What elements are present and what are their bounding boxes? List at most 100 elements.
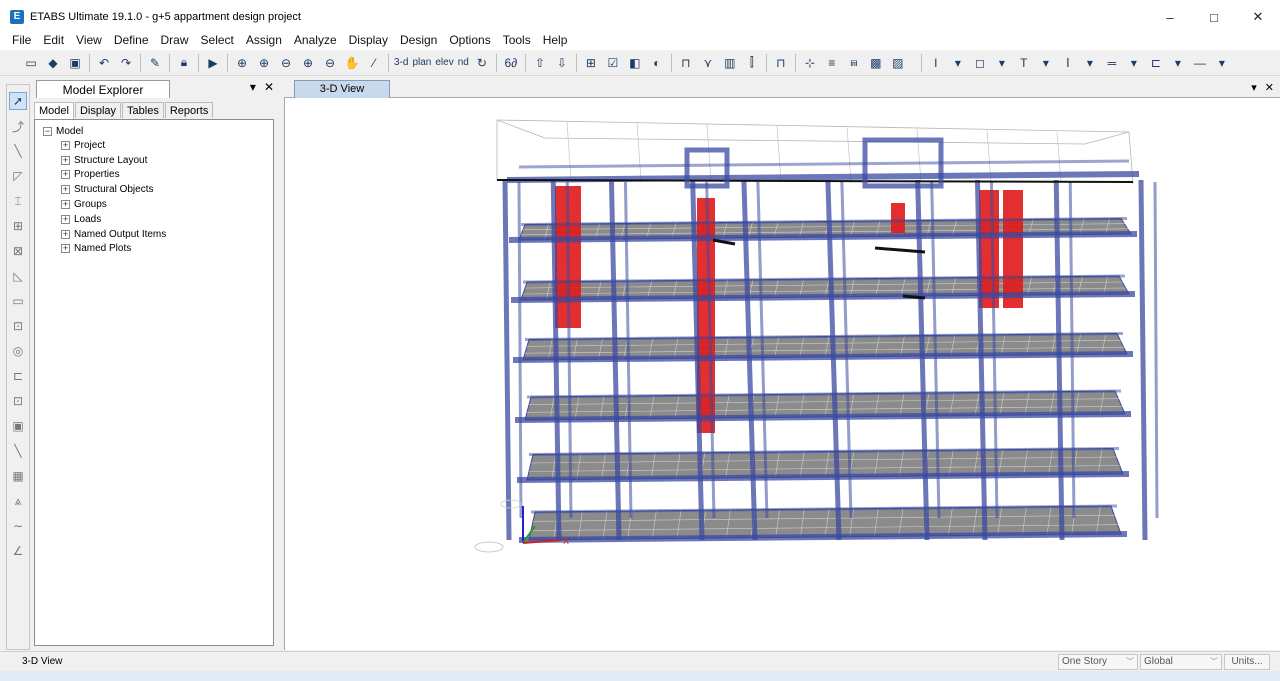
zoom-window-icon[interactable]: ⊕ (233, 54, 251, 72)
menu-assign[interactable]: Assign (240, 30, 288, 50)
3d-view-button[interactable]: 3-d (394, 57, 408, 68)
draw-brace-icon[interactable]: T (1015, 54, 1033, 72)
shell-design-icon[interactable]: ▩ (867, 54, 885, 72)
menu-analyze[interactable]: Analyze (288, 30, 343, 50)
frame-forces-icon[interactable]: ⊓ (772, 54, 790, 72)
draw-wave-icon[interactable]: ∼ (9, 517, 27, 535)
reshape-icon[interactable]: ⤴ (9, 117, 27, 135)
draw-slab-icon[interactable]: ═ (1103, 54, 1121, 72)
tree-node-properties[interactable]: + Properties (61, 168, 273, 183)
draw-grid-frame-icon[interactable]: ⊞ (9, 217, 27, 235)
draw-pier-icon[interactable]: ⊡ (9, 392, 27, 410)
dropdown-arrow-icon[interactable]: ▾ (1081, 54, 1099, 72)
minimize-button[interactable]: – (1148, 0, 1192, 34)
view-close-icon[interactable]: ✕ (1265, 81, 1274, 94)
joint-loads-icon[interactable]: ⊹ (801, 54, 819, 72)
zoom-in-icon[interactable]: ⊕ (299, 54, 317, 72)
draw-dimension-icon[interactable]: ∠ (9, 542, 27, 560)
draw-beam-region-icon[interactable]: ⌶ (9, 192, 27, 210)
dropdown-arrow-icon[interactable]: ▾ (993, 54, 1011, 72)
dropdown-arrow-icon[interactable]: ▾ (1213, 54, 1231, 72)
draw-beam-icon[interactable]: I (927, 54, 945, 72)
save-icon[interactable]: ▣ (66, 54, 84, 72)
tree-node-groups[interactable]: + Groups (61, 197, 273, 212)
dropdown-arrow-icon[interactable]: ▾ (949, 54, 967, 72)
check-icon[interactable]: ☑ (604, 54, 622, 72)
pan-icon[interactable]: ✋ (343, 54, 361, 72)
tree-node-structural-objects[interactable]: + Structural Objects (61, 182, 273, 197)
3d-model-viewport[interactable]: X (284, 98, 1280, 650)
elevation-view-button[interactable]: elev (435, 57, 453, 68)
panel-menu-icon[interactable]: ▾ (250, 80, 256, 94)
display-options-icon[interactable]: ◧ (626, 54, 644, 72)
pencil-icon[interactable]: ✎ (146, 54, 164, 72)
draw-floor-icon[interactable]: ◺ (9, 267, 27, 285)
zoom-out-icon[interactable]: ⊖ (321, 54, 339, 72)
close-button[interactable]: ✕ (1236, 0, 1280, 34)
tab-tables[interactable]: Tables (122, 102, 164, 118)
undo-icon[interactable]: ↶ (95, 54, 113, 72)
move-down-icon[interactable]: ⇩ (553, 54, 571, 72)
model-explorer-tab[interactable]: Model Explorer (36, 80, 170, 98)
perspective-icon[interactable]: 6∂ (502, 54, 520, 72)
draw-opening-icon[interactable]: ⊏ (1147, 54, 1165, 72)
draw-braces-icon[interactable]: ⊠ (9, 242, 27, 260)
draw-rect-area-icon[interactable]: ◸ (9, 167, 27, 185)
draw-tendon-icon[interactable]: ▦ (9, 467, 27, 485)
shell-stresses-icon[interactable]: ≡ (823, 54, 841, 72)
units-button[interactable]: Units... (1224, 654, 1270, 670)
deformed-shape-icon[interactable]: ⫿ (743, 54, 761, 72)
expand-icon[interactable]: + (61, 200, 70, 210)
expand-icon[interactable]: + (61, 140, 70, 150)
tree-node-named-output-items[interactable]: + Named Output Items (61, 227, 273, 242)
menu-draw[interactable]: Draw (155, 30, 195, 50)
coordinate-system-select[interactable]: Global ﹀ (1140, 654, 1222, 670)
restore-button[interactable]: □ (1192, 0, 1236, 34)
draw-rect-floor-icon[interactable]: ▭ (9, 292, 27, 310)
move-up-icon[interactable]: ⇧ (531, 54, 549, 72)
draw-link-icon[interactable]: ╲ (9, 442, 27, 460)
redo-icon[interactable]: ↷ (117, 54, 135, 72)
menu-select[interactable]: Select (195, 30, 240, 50)
dropdown-arrow-icon[interactable]: ▾ (1125, 54, 1143, 72)
run-analysis-icon[interactable]: ▶ (204, 54, 222, 72)
nd-view-button[interactable]: nd (458, 57, 469, 68)
view-menu-icon[interactable]: ▾ (1251, 81, 1257, 94)
tree-node-named-plots[interactable]: + Named Plots (61, 242, 273, 257)
frame-icon[interactable]: ⊓ (677, 54, 695, 72)
lock-icon[interactable]: 🔒︎ (175, 54, 193, 72)
frame-design-icon[interactable]: ⩎ (845, 54, 863, 72)
dropdown-arrow-icon[interactable]: ▾ (1037, 54, 1055, 72)
measure-icon[interactable]: ⁄ (365, 54, 383, 72)
tree-node-loads[interactable]: + Loads (61, 212, 273, 227)
menu-help[interactable]: Help (537, 30, 574, 50)
tab-model[interactable]: Model (34, 102, 74, 119)
object-shrink-icon[interactable]: ⊞ (582, 54, 600, 72)
story-select[interactable]: One Story ﹀ (1058, 654, 1138, 670)
expand-icon[interactable]: + (61, 244, 70, 254)
menu-define[interactable]: Define (108, 30, 155, 50)
expand-icon[interactable]: + (61, 229, 70, 239)
draw-spandrel-icon[interactable]: ▣ (9, 417, 27, 435)
new-model-icon[interactable]: ▭ (22, 54, 40, 72)
support-icon[interactable]: ⋎ (699, 54, 717, 72)
draw-opening-icon[interactable]: ◎ (9, 342, 27, 360)
draw-line-icon[interactable]: ╲ (9, 142, 27, 160)
pointer-icon[interactable]: ➚ (9, 92, 27, 110)
tree-node-structure-layout[interactable]: + Structure Layout (61, 153, 273, 168)
tab-display[interactable]: Display (74, 102, 122, 118)
plan-view-button[interactable]: plan (412, 57, 431, 68)
expand-icon[interactable]: + (61, 155, 70, 165)
draw-link-icon[interactable]: — (1191, 54, 1209, 72)
zoom-restore-icon[interactable]: ⊕ (255, 54, 273, 72)
tab-3d-view[interactable]: 3-D View (294, 80, 390, 98)
collapse-icon[interactable]: − (43, 126, 52, 136)
menu-view[interactable]: View (70, 30, 108, 50)
rotate-icon[interactable]: ↻ (473, 54, 491, 72)
shaded-view-icon[interactable]: ◐ (648, 54, 666, 72)
open-model-icon[interactable]: ◆ (44, 54, 62, 72)
expand-icon[interactable]: + (61, 214, 70, 224)
expand-icon[interactable]: + (61, 185, 70, 195)
panel-close-icon[interactable]: ✕ (264, 80, 274, 94)
menu-file[interactable]: File (6, 30, 37, 50)
